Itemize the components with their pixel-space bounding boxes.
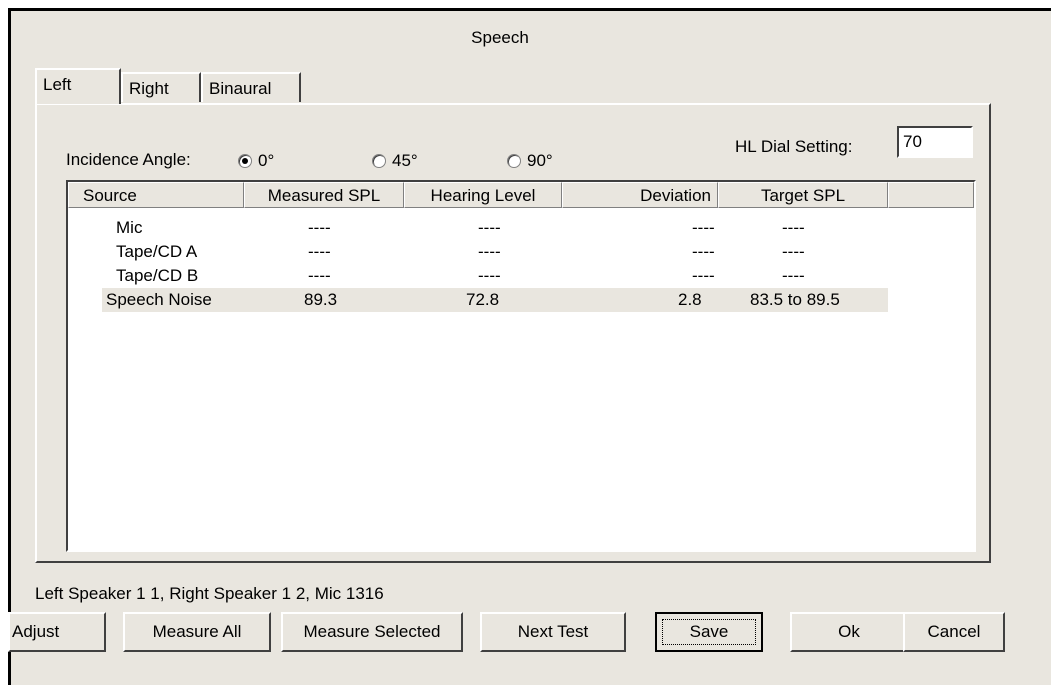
save-button[interactable]: Save <box>655 612 763 652</box>
cell-measured: ---- <box>308 242 331 261</box>
radio-unselected-icon <box>372 154 386 168</box>
radio-angle-90[interactable]: 90° <box>507 151 553 171</box>
hl-dial-label: HL Dial Setting: <box>735 137 853 156</box>
cell-target: ---- <box>782 242 805 261</box>
radio-angle-45[interactable]: 45° <box>372 151 418 171</box>
ok-button[interactable]: Ok <box>790 612 908 652</box>
incidence-angle-label: Incidence Angle: <box>66 150 191 169</box>
status-text: Left Speaker 1 1, Right Speaker 1 2, Mic… <box>35 584 384 603</box>
cell-target: 83.5 to 89.5 <box>750 290 840 309</box>
cell-measured: ---- <box>308 266 331 285</box>
window-title: Speech <box>471 28 529 47</box>
col-header-measured-spl[interactable]: Measured SPL <box>244 182 404 208</box>
tab-left[interactable]: Left <box>35 68 121 104</box>
cell-deviation: ---- <box>692 218 715 237</box>
cell-measured: 89.3 <box>304 290 338 309</box>
adjust-button[interactable]: Adjust <box>8 612 106 652</box>
cell-source: Speech Noise <box>106 290 212 309</box>
cell-target: ---- <box>782 218 805 237</box>
cell-target: ---- <box>782 266 805 285</box>
measure-all-button[interactable]: Measure All <box>123 612 271 652</box>
next-test-button[interactable]: Next Test <box>480 612 626 652</box>
cell-deviation: ---- <box>692 242 715 261</box>
tab-binaural[interactable]: Binaural <box>201 72 301 102</box>
cell-measured: ---- <box>308 218 331 237</box>
hl-dial-input[interactable] <box>897 126 973 158</box>
tab-right[interactable]: Right <box>121 72 201 102</box>
source-table: Source Measured SPL Hearing Level Deviat… <box>66 180 976 552</box>
radio-selected-icon <box>238 154 252 168</box>
col-header-empty <box>888 182 974 208</box>
cell-hearing: ---- <box>478 242 501 261</box>
col-header-hearing-level[interactable]: Hearing Level <box>404 182 562 208</box>
radio-angle-0-label: 0° <box>258 151 275 170</box>
cell-source: Tape/CD B <box>116 266 199 285</box>
cell-hearing: ---- <box>478 218 501 237</box>
cell-deviation: 2.8 <box>678 290 702 309</box>
cell-hearing: ---- <box>478 266 501 285</box>
radio-angle-90-label: 90° <box>527 151 553 170</box>
cell-source: Tape/CD A <box>116 242 198 261</box>
cell-hearing: 72.8 <box>466 290 500 309</box>
col-header-source[interactable]: Source <box>68 182 244 208</box>
cell-deviation: ---- <box>692 266 715 285</box>
table-row-selected[interactable]: Speech Noise 89.3 72.8 2.8 83.5 to 89.5 <box>102 288 888 312</box>
measure-selected-button[interactable]: Measure Selected <box>281 612 463 652</box>
cell-source: Mic <box>116 218 143 237</box>
col-header-deviation[interactable]: Deviation <box>562 182 718 208</box>
radio-angle-45-label: 45° <box>392 151 418 170</box>
radio-unselected-icon <box>507 154 521 168</box>
col-header-target-spl[interactable]: Target SPL <box>718 182 888 208</box>
radio-angle-0[interactable]: 0° <box>238 151 274 171</box>
cancel-button[interactable]: Cancel <box>903 612 1005 652</box>
